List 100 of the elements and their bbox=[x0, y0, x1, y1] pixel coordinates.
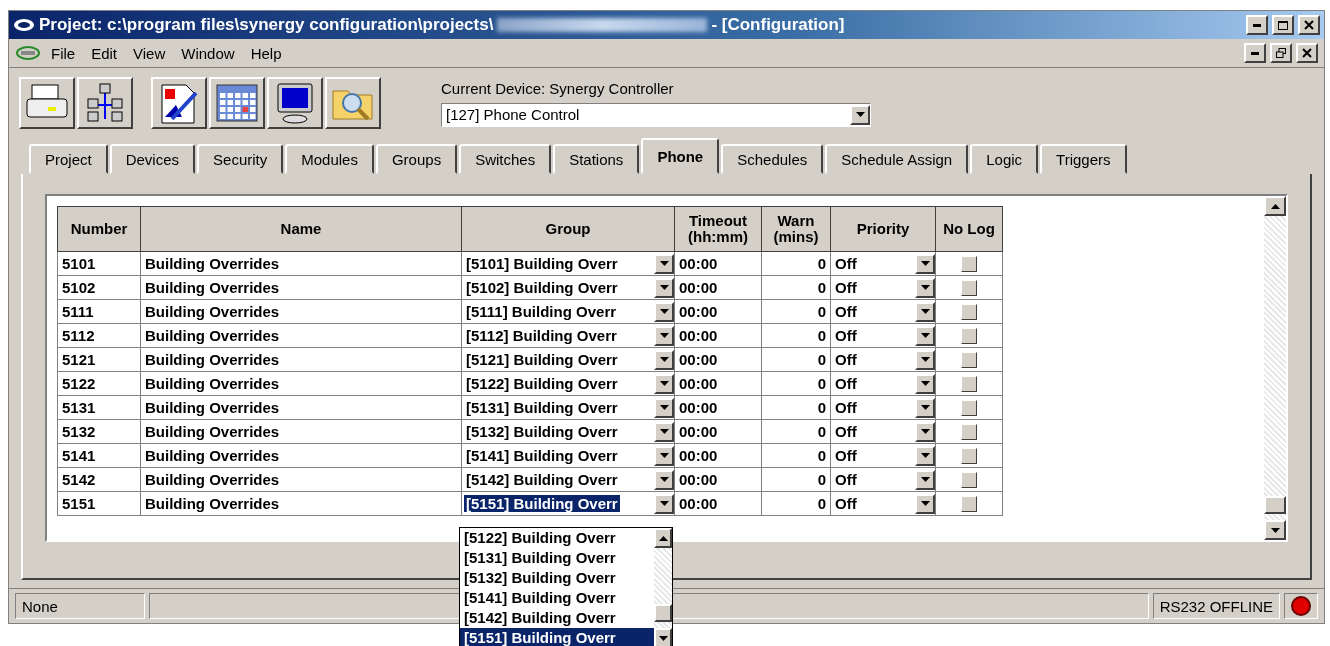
dropdown-button[interactable] bbox=[915, 277, 935, 298]
table-cell: 00:00 bbox=[674, 251, 762, 276]
dropdown-button[interactable] bbox=[915, 301, 935, 322]
monitor-button[interactable] bbox=[267, 77, 323, 129]
calendar-button[interactable] bbox=[209, 77, 265, 129]
dropdown-button[interactable] bbox=[654, 445, 674, 466]
tab[interactable]: Triggers bbox=[1040, 144, 1127, 174]
dropdown-button[interactable] bbox=[915, 469, 935, 490]
dropdown-button[interactable] bbox=[915, 493, 935, 514]
caret-icon bbox=[659, 357, 669, 362]
tab[interactable]: Logic bbox=[970, 144, 1039, 174]
caret-icon bbox=[659, 501, 669, 506]
menu-item[interactable]: Window bbox=[175, 42, 241, 64]
search-button[interactable] bbox=[325, 77, 381, 129]
priority-select[interactable]: Off bbox=[835, 423, 857, 440]
menu-item[interactable]: Help bbox=[244, 42, 288, 64]
device-select[interactable]: [127] Phone Control bbox=[441, 102, 871, 127]
tab[interactable]: Devices bbox=[109, 144, 196, 174]
minimize-button[interactable] bbox=[1246, 15, 1268, 35]
checkbox[interactable] bbox=[961, 303, 977, 320]
tab[interactable]: Switches bbox=[459, 144, 552, 174]
table-cell: 5101 bbox=[57, 251, 141, 276]
tab[interactable]: Security bbox=[197, 144, 284, 174]
window-title-suffix: - [Configuration] bbox=[711, 15, 845, 35]
print-button[interactable] bbox=[19, 77, 75, 129]
checkbox[interactable] bbox=[961, 399, 977, 416]
caret-icon bbox=[920, 453, 930, 458]
priority-select[interactable]: Off bbox=[835, 447, 857, 464]
checkbox[interactable] bbox=[961, 255, 977, 272]
dropdown-button[interactable] bbox=[654, 301, 674, 322]
dropdown-button[interactable] bbox=[654, 253, 674, 274]
checkbox[interactable] bbox=[961, 447, 977, 464]
table-cell: Building Overrides bbox=[140, 371, 462, 396]
table-cell: 00:00 bbox=[674, 419, 762, 444]
dropdown-button[interactable] bbox=[915, 373, 935, 394]
dropdown-button[interactable] bbox=[654, 397, 674, 418]
dropdown-button[interactable] bbox=[915, 253, 935, 274]
menu-item[interactable]: File bbox=[45, 42, 82, 64]
dropdown-button[interactable] bbox=[915, 421, 935, 442]
scrollbar[interactable] bbox=[1264, 196, 1286, 540]
dropdown-button[interactable] bbox=[915, 397, 935, 418]
priority-select[interactable]: Off bbox=[835, 327, 857, 344]
dropdown-button[interactable] bbox=[654, 469, 674, 490]
network-button[interactable] bbox=[77, 77, 133, 129]
table-cell: 00:00 bbox=[674, 323, 762, 348]
priority-select[interactable]: Off bbox=[835, 351, 857, 368]
tab[interactable]: Schedules bbox=[721, 144, 824, 174]
scroll-thumb[interactable] bbox=[1264, 496, 1286, 514]
priority-select[interactable]: Off bbox=[835, 471, 857, 488]
current-device-label: Current Device: Synergy Controller bbox=[441, 79, 675, 97]
dropdown-button[interactable] bbox=[654, 277, 674, 298]
tab[interactable]: Phone bbox=[641, 138, 720, 174]
scrollbar[interactable] bbox=[654, 528, 672, 646]
tab[interactable]: Project bbox=[29, 144, 108, 174]
minimize-button[interactable] bbox=[1244, 43, 1266, 63]
dropdown-button[interactable] bbox=[654, 349, 674, 370]
table-cell: 5131 bbox=[57, 395, 141, 420]
menu-item[interactable]: View bbox=[127, 42, 172, 64]
checkbox[interactable] bbox=[961, 495, 977, 512]
table-cell: 5132 bbox=[57, 419, 141, 444]
tab[interactable]: Groups bbox=[375, 144, 458, 174]
tab[interactable]: Schedule Assign bbox=[825, 144, 969, 174]
edit-button[interactable] bbox=[151, 77, 207, 129]
dropdown-button[interactable] bbox=[654, 373, 674, 394]
table-cell: 0 bbox=[761, 299, 831, 324]
dropdown-button[interactable] bbox=[915, 349, 935, 370]
priority-select[interactable]: Off bbox=[835, 495, 857, 512]
table-cell: 0 bbox=[761, 491, 831, 516]
table-cell: 5121 bbox=[57, 347, 141, 372]
priority-select[interactable]: Off bbox=[835, 255, 857, 272]
dropdown-button[interactable] bbox=[915, 325, 935, 346]
priority-select[interactable]: Off bbox=[835, 375, 857, 392]
group-select[interactable]: [5151] Building Overr bbox=[464, 495, 620, 512]
tab[interactable]: Modules bbox=[285, 144, 374, 174]
caret-icon bbox=[920, 333, 930, 338]
priority-select[interactable]: Off bbox=[835, 279, 857, 296]
checkbox[interactable] bbox=[961, 327, 977, 344]
maximize-button[interactable] bbox=[1272, 15, 1294, 35]
close-button[interactable] bbox=[1296, 43, 1318, 63]
dropdown-button[interactable] bbox=[915, 445, 935, 466]
scroll-thumb[interactable] bbox=[654, 604, 672, 622]
priority-select[interactable]: Off bbox=[835, 399, 857, 416]
dropdown-button[interactable] bbox=[654, 421, 674, 442]
close-button[interactable] bbox=[1298, 15, 1320, 35]
caret-icon bbox=[920, 429, 930, 434]
caret-icon bbox=[855, 112, 865, 117]
checkbox[interactable] bbox=[961, 375, 977, 392]
checkbox[interactable] bbox=[961, 351, 977, 368]
priority-select[interactable]: Off bbox=[835, 303, 857, 320]
tab[interactable]: Stations bbox=[553, 144, 640, 174]
dropdown-button[interactable] bbox=[654, 493, 674, 514]
dropdown-item[interactable]: [5151] Building Overr bbox=[460, 628, 654, 646]
dropdown-button[interactable] bbox=[654, 325, 674, 346]
down-arrow-icon bbox=[1270, 527, 1280, 533]
menu-item[interactable]: Edit bbox=[85, 42, 124, 64]
restore-button[interactable] bbox=[1270, 43, 1292, 63]
checkbox[interactable] bbox=[961, 423, 977, 440]
checkbox[interactable] bbox=[961, 471, 977, 488]
table-cell: 5111 bbox=[57, 299, 141, 324]
checkbox[interactable] bbox=[961, 279, 977, 296]
